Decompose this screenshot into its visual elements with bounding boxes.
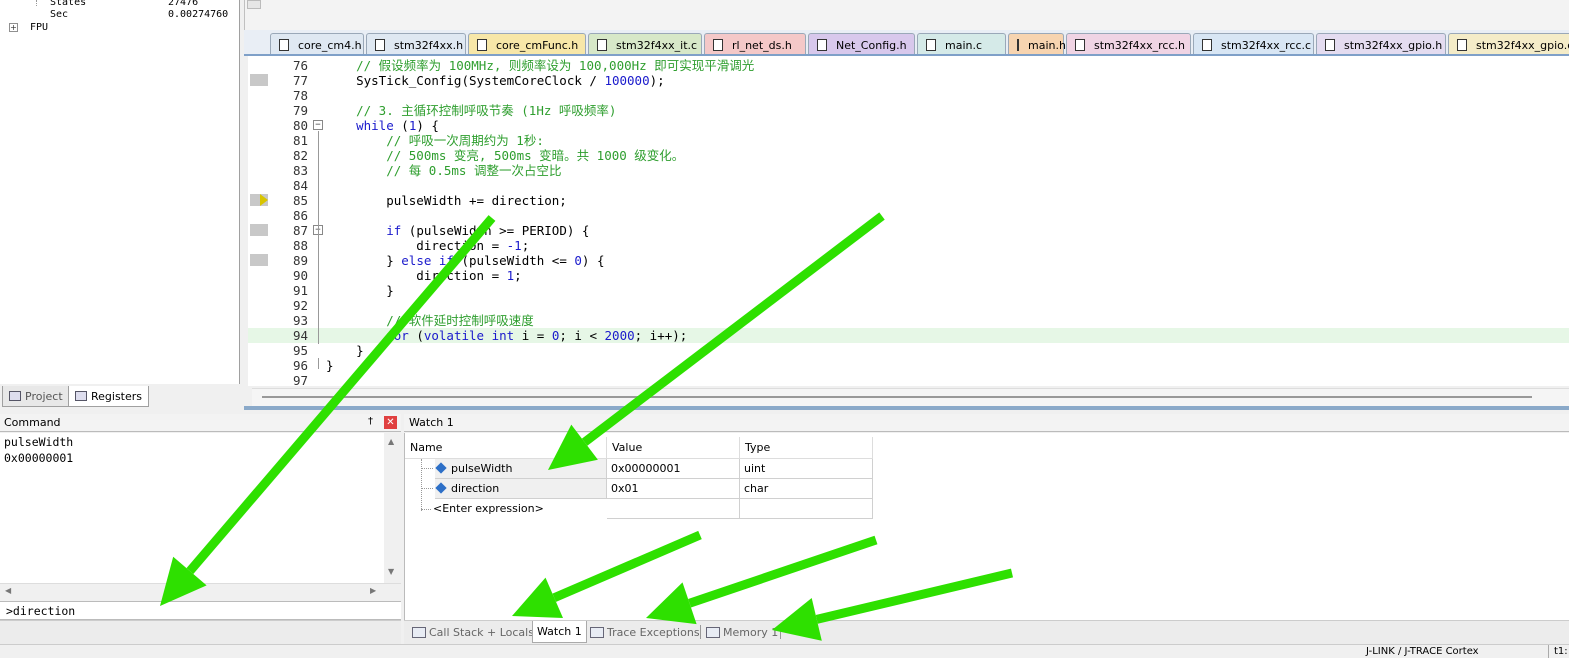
arrow-head-icon <box>646 582 697 625</box>
arrow-shaft <box>581 212 885 446</box>
arrow-head-icon <box>772 598 822 641</box>
arrow-shaft <box>815 568 1014 624</box>
annotation-arrows <box>160 212 1014 641</box>
arrow-shaft <box>688 535 878 608</box>
arrow-shaft <box>186 215 496 574</box>
arrow-head-icon <box>548 424 598 470</box>
arrow-group <box>160 212 1014 641</box>
